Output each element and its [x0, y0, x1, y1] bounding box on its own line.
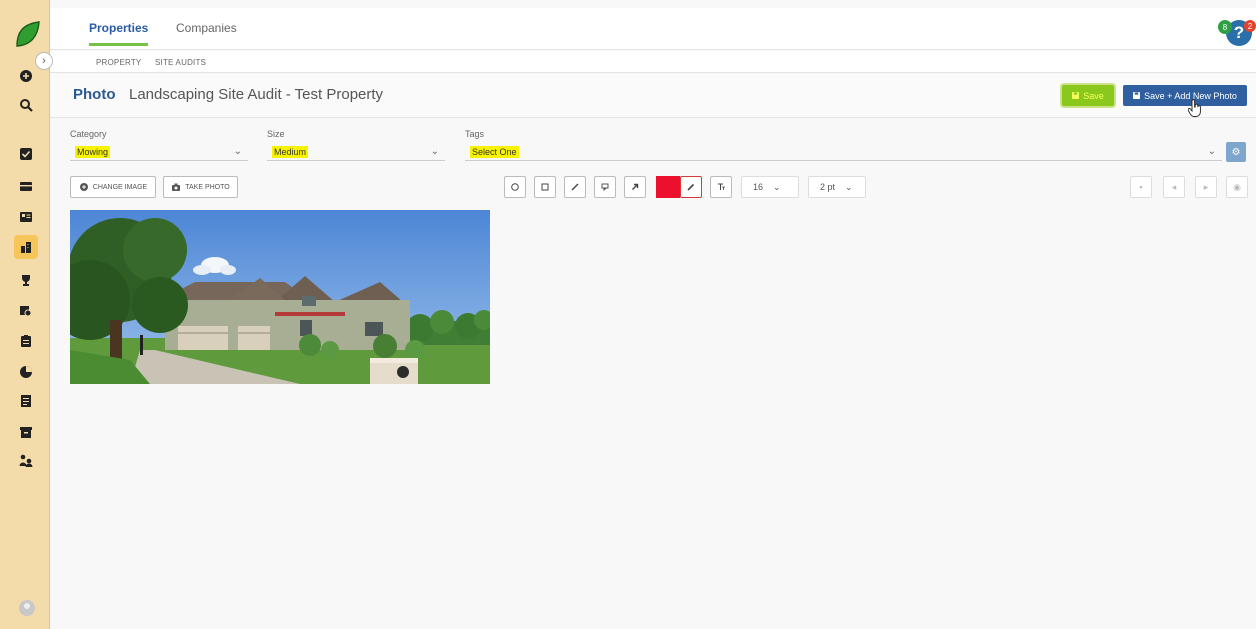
truck-icon[interactable] [18, 303, 34, 319]
pie-chart-icon[interactable] [18, 364, 34, 380]
save-add-new-photo-button[interactable]: Save + Add New Photo [1123, 85, 1247, 106]
trophy-icon[interactable] [18, 272, 34, 288]
freehand-pen-button[interactable] [680, 176, 702, 198]
chevron-down-icon: ⌄ [773, 181, 781, 192]
pencil-icon [687, 183, 695, 191]
id-card-icon[interactable] [18, 209, 34, 225]
undo-button[interactable]: ◂ [1163, 176, 1185, 198]
hand-cursor-icon [1188, 99, 1201, 117]
chevron-down-icon: ⌄ [1207, 146, 1216, 157]
category-select[interactable]: Mowing ⌄ [70, 141, 248, 161]
redo-button[interactable]: ▸ [1195, 176, 1217, 198]
tags-settings-button[interactable]: ⚙ [1226, 142, 1246, 162]
floppy-disk-icon [1133, 92, 1141, 99]
app-logo-icon[interactable] [13, 20, 41, 48]
notification-count-green[interactable]: 8 [1218, 20, 1232, 34]
color-picker-swatch[interactable] [656, 176, 680, 198]
size-value: Medium [272, 146, 309, 158]
speech-bubble-icon [601, 183, 609, 192]
size-label: Size [267, 129, 285, 139]
text-tool-button[interactable] [710, 176, 732, 198]
rectangle-tool-button[interactable] [534, 176, 556, 198]
chevron-down-icon: ⌄ [233, 146, 242, 157]
tags-label: Tags [465, 129, 485, 139]
undo-icon: ◂ [1171, 181, 1177, 192]
circle-tool-button[interactable] [504, 176, 526, 198]
clipboard-icon[interactable] [18, 333, 34, 349]
add-circle-icon[interactable] [18, 68, 34, 84]
take-photo-button[interactable]: TAKE PHOTO [163, 176, 238, 198]
camera-icon [172, 183, 181, 191]
team-icon[interactable] [18, 452, 34, 468]
search-icon[interactable] [18, 97, 34, 113]
chevron-down-icon: ⌄ [845, 181, 853, 192]
tab-properties[interactable]: Properties [89, 21, 149, 46]
square-icon [541, 183, 549, 191]
tags-select[interactable]: Select One ⌄ [465, 141, 1222, 161]
size-select[interactable]: Medium ⌄ [267, 141, 445, 161]
subtab-site-audits[interactable]: SITE AUDITS [155, 58, 206, 67]
stroke-width-select[interactable]: 2 pt ⌄ [808, 176, 866, 198]
page-subtitle: Landscaping Site Audit - Test Property [129, 86, 384, 103]
arrow-up-right-icon [632, 183, 639, 190]
line-icon [571, 183, 579, 191]
tags-value: Select One [470, 146, 519, 158]
save-button[interactable]: Save [1062, 85, 1114, 106]
page-header: Photo Landscaping Site Audit - Test Prop… [50, 74, 1256, 118]
category-label: Category [70, 129, 107, 139]
invoice-icon[interactable] [18, 393, 34, 409]
text-format-icon [718, 183, 725, 190]
save-button-label: Save [1083, 90, 1104, 101]
sub-navigation: PROPERTY SITE AUDITS [50, 51, 1256, 73]
circle-icon [511, 183, 519, 191]
category-value: Mowing [75, 146, 111, 158]
toggle-view-button[interactable]: ◉ [1226, 176, 1248, 198]
checkbox-icon[interactable] [18, 146, 34, 162]
eye-icon: ◉ [1233, 181, 1241, 192]
trash-icon: ▪ [1139, 182, 1143, 192]
line-tool-button[interactable] [564, 176, 586, 198]
archive-icon[interactable] [18, 424, 34, 440]
property-photo[interactable] [70, 210, 490, 384]
wallet-icon[interactable] [18, 178, 34, 194]
gear-icon: ⚙ [1231, 146, 1241, 158]
user-avatar-icon[interactable] [19, 600, 35, 616]
sidebar [0, 0, 50, 629]
floppy-disk-icon [1072, 92, 1080, 99]
chevron-down-icon: ⌄ [430, 146, 439, 157]
callout-tool-button[interactable] [594, 176, 616, 198]
subtab-property[interactable]: PROPERTY [96, 58, 141, 67]
change-image-button[interactable]: CHANGE IMAGE [70, 176, 156, 198]
change-image-label: CHANGE IMAGE [92, 183, 148, 191]
top-navigation: Properties Companies ? 8 2 [50, 8, 1256, 50]
stroke-width-value: 2 pt [820, 182, 836, 192]
redo-icon: ▸ [1203, 181, 1209, 192]
sidebar-collapse-button[interactable]: › [35, 52, 53, 70]
building-icon[interactable] [14, 235, 38, 259]
arrow-tool-button[interactable] [624, 176, 646, 198]
font-size-select[interactable]: 16 ⌄ [741, 176, 799, 198]
notification-count-red[interactable]: 2 [1244, 20, 1256, 32]
take-photo-label: TAKE PHOTO [185, 183, 230, 191]
delete-button[interactable]: ▪ [1130, 176, 1152, 198]
tab-companies[interactable]: Companies [176, 21, 237, 35]
font-size-value: 16 [753, 182, 764, 192]
plus-circle-icon [79, 183, 88, 191]
page-title: Photo [73, 86, 116, 103]
